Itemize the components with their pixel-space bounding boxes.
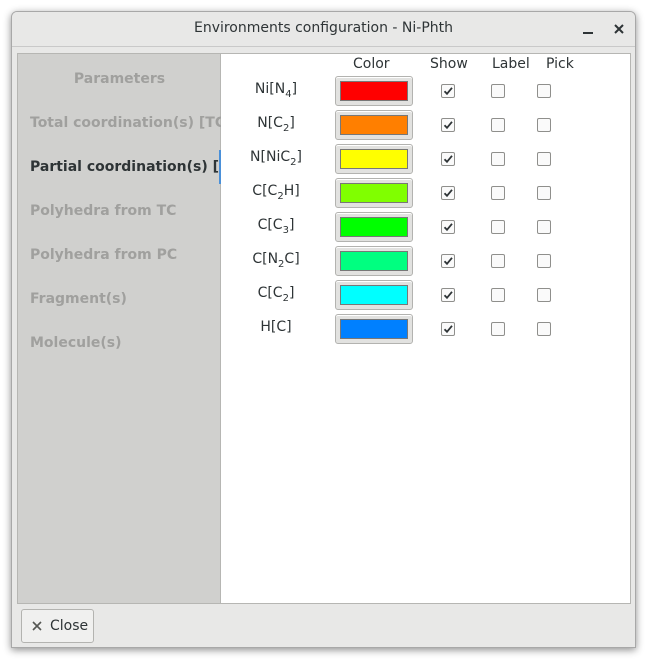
sidebar-item[interactable]: Total coordination(s) [TC] [18, 106, 232, 140]
dialog-footer: Close [12, 604, 635, 647]
show-checkbox[interactable] [441, 152, 455, 166]
label-checkbox[interactable] [491, 186, 505, 200]
show-checkbox[interactable] [441, 322, 455, 336]
close-icon [32, 621, 42, 631]
color-swatch [340, 81, 408, 101]
color-button[interactable] [335, 246, 413, 276]
pick-checkbox[interactable] [537, 186, 551, 200]
pick-checkbox[interactable] [537, 322, 551, 336]
label-checkbox[interactable] [491, 254, 505, 268]
color-swatch [340, 183, 408, 203]
color-swatch [340, 149, 408, 169]
content-frame: Parameters Total coordination(s) [TC] Part… [17, 53, 631, 604]
color-button[interactable] [335, 144, 413, 174]
pick-checkbox[interactable] [537, 152, 551, 166]
environments-table: Color Show Label Pick Ni[N4] N[C2] N[NiC2]… [221, 54, 630, 603]
color-swatch [340, 115, 408, 135]
label-checkbox[interactable] [491, 118, 505, 132]
color-button[interactable] [335, 212, 413, 242]
pick-checkbox[interactable] [537, 288, 551, 302]
color-swatch [340, 251, 408, 271]
column-header-color: Color [353, 56, 390, 72]
show-checkbox[interactable] [441, 288, 455, 302]
color-swatch [340, 217, 408, 237]
show-checkbox[interactable] [441, 84, 455, 98]
checkmark-icon [443, 291, 453, 300]
checkmark-icon [443, 189, 453, 198]
checkmark-icon [443, 121, 453, 130]
checkmark-icon [443, 155, 453, 164]
environment-label: C[N2C] [252, 251, 300, 270]
pick-checkbox[interactable] [537, 220, 551, 234]
sidebar-item[interactable]: Polyhedra from TC [18, 194, 221, 228]
sidebar-item[interactable]: Partial coordination(s) [PC] [18, 150, 246, 184]
window-title: Environments configuration - Ni-Phth [193, 20, 454, 36]
environment-label: C[C2H] [252, 183, 300, 202]
color-button[interactable] [335, 314, 413, 344]
show-checkbox[interactable] [441, 220, 455, 234]
color-swatch [340, 285, 408, 305]
label-checkbox[interactable] [491, 288, 505, 302]
label-checkbox[interactable] [491, 322, 505, 336]
environment-label: C[C2] [257, 285, 295, 304]
color-button[interactable] [335, 178, 413, 208]
minimize-icon[interactable] [577, 18, 599, 40]
sidebar-item[interactable]: Parameters [18, 62, 221, 96]
color-button[interactable] [335, 76, 413, 106]
pick-checkbox[interactable] [537, 254, 551, 268]
environment-label: N[NiC2] [250, 149, 302, 168]
column-header-pick: Pick [546, 56, 574, 72]
close-icon[interactable] [608, 18, 630, 40]
environment-label: C[C3] [257, 217, 295, 236]
sidebar-item[interactable]: Molecule(s) [18, 326, 221, 360]
label-checkbox[interactable] [491, 220, 505, 234]
checkmark-icon [443, 87, 453, 96]
sidebar-item[interactable]: Fragment(s) [18, 282, 221, 316]
checkmark-icon [443, 223, 453, 232]
checkmark-icon [443, 325, 453, 334]
show-checkbox[interactable] [441, 254, 455, 268]
sidebar-item[interactable]: Polyhedra from PC [18, 238, 221, 272]
environment-label: N[C2] [257, 115, 295, 134]
pick-checkbox[interactable] [537, 118, 551, 132]
sidebar: Parameters Total coordination(s) [TC] Part… [18, 54, 246, 603]
title-bar[interactable]: Environments configuration - Ni-Phth [12, 12, 635, 47]
close-button-label: Close [50, 618, 89, 634]
checkmark-icon [443, 257, 453, 266]
show-checkbox[interactable] [441, 118, 455, 132]
color-button[interactable] [335, 110, 413, 140]
label-checkbox[interactable] [491, 84, 505, 98]
dialog-window: Environments configuration - Ni-Phth Par… [11, 11, 636, 648]
environment-label: Ni[N4] [254, 81, 298, 100]
show-checkbox[interactable] [441, 186, 455, 200]
column-header-label: Label [492, 56, 530, 72]
label-checkbox[interactable] [491, 152, 505, 166]
close-button[interactable]: Close [21, 609, 94, 643]
color-swatch [340, 319, 408, 339]
color-button[interactable] [335, 280, 413, 310]
pick-checkbox[interactable] [537, 84, 551, 98]
environment-label: H[C] [260, 319, 292, 335]
column-header-show: Show [430, 56, 468, 72]
